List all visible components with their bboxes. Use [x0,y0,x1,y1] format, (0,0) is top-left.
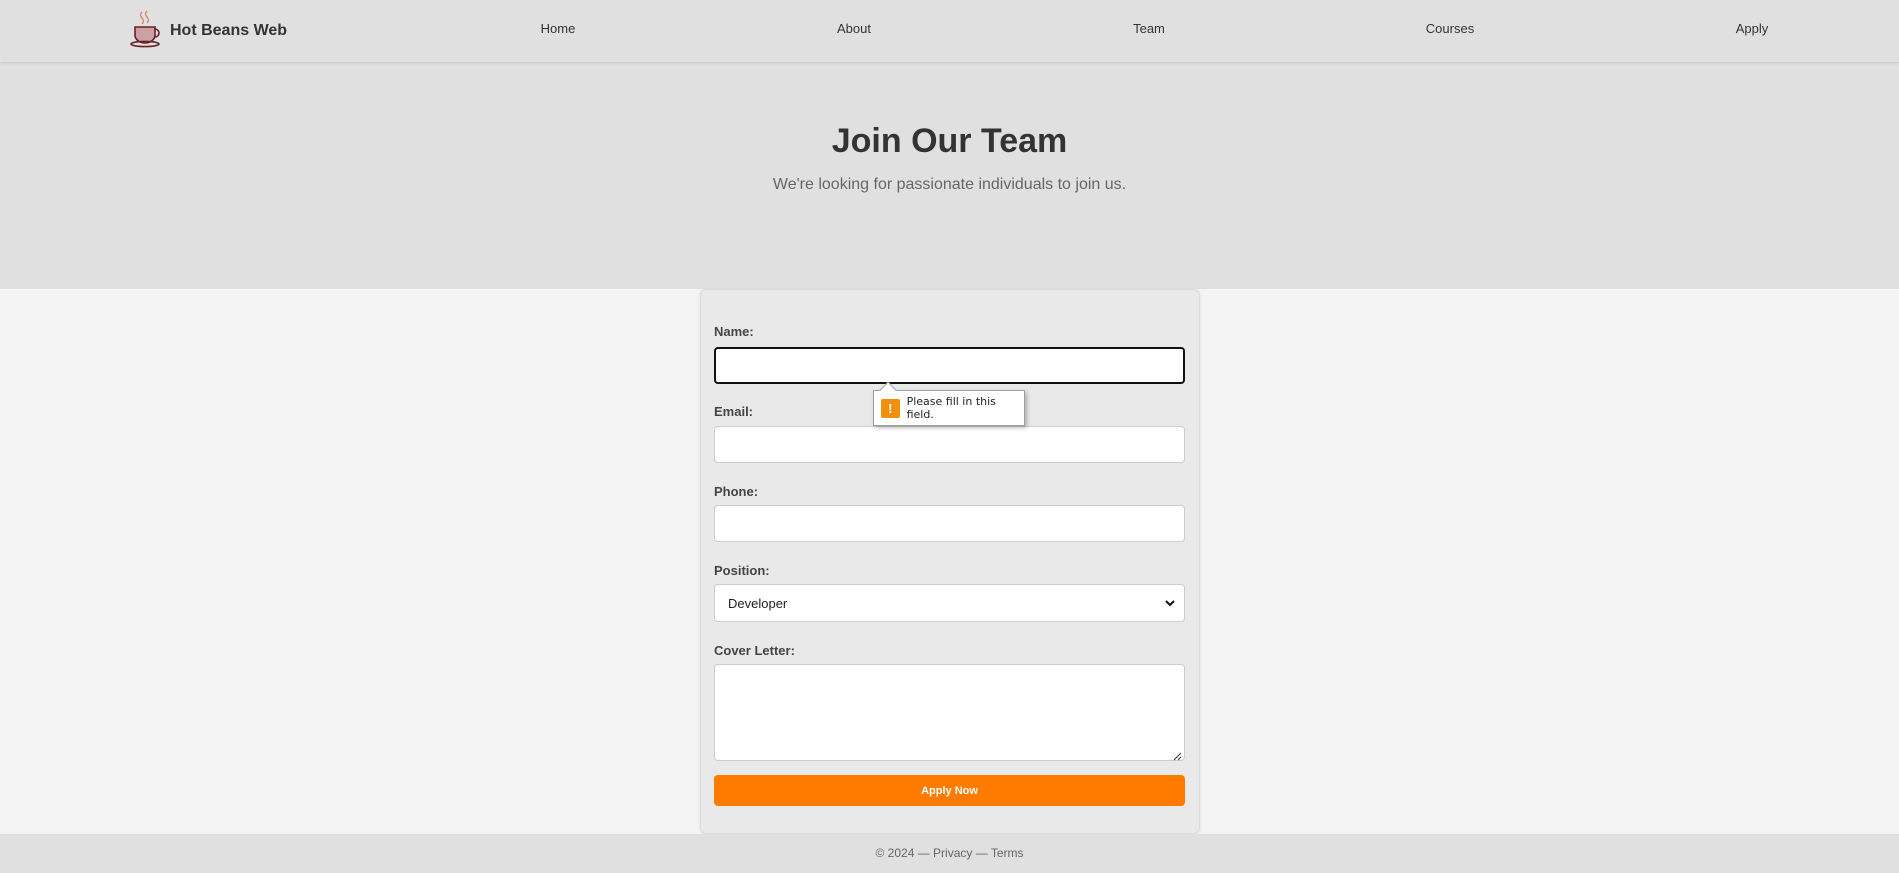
hero-section: Join Our Team We're looking for passiona… [0,62,1899,289]
chevron-down-icon [1164,597,1176,609]
page-subtitle: We're looking for passionate individuals… [772,176,1127,193]
email-input[interactable] [714,426,1185,463]
validation-tooltip: ! Please fill in this field. [873,381,1025,426]
coffee-cup-icon [129,10,165,53]
brand[interactable]: Hot Beans Web [129,10,288,53]
position-label: Position: [714,563,770,578]
nav-apply[interactable]: Apply [1736,21,1769,36]
email-label: Email: [714,404,754,419]
position-selected-value: Developer [728,595,788,611]
position-select[interactable]: Developer [714,584,1185,622]
footer-text: © 2024 — Privacy — Terms [875,846,1024,860]
cover-letter-label: Cover Letter: [714,643,795,658]
nav-home[interactable]: Home [541,21,576,36]
nav-team[interactable]: Team [1133,21,1165,36]
validation-message: Please fill in this field. [906,395,996,421]
apply-now-button[interactable]: Apply Now [714,775,1185,806]
warning-icon: ! [881,398,900,418]
nav-courses[interactable]: Courses [1426,21,1474,36]
cover-letter-textarea[interactable] [714,664,1185,761]
phone-label: Phone: [714,484,759,499]
brand-name: Hot Beans Web [170,22,288,39]
footer: © 2024 — Privacy — Terms [0,834,1899,873]
page-title: Join Our Team [831,122,1068,160]
resize-handle-icon[interactable] [1172,748,1182,761]
name-input[interactable] [714,347,1185,384]
top-navbar: Hot Beans Web Home About Team Courses Ap… [0,0,1899,62]
nav-about[interactable]: About [837,21,871,36]
phone-input[interactable] [714,505,1185,542]
name-label: Name: [714,324,754,339]
